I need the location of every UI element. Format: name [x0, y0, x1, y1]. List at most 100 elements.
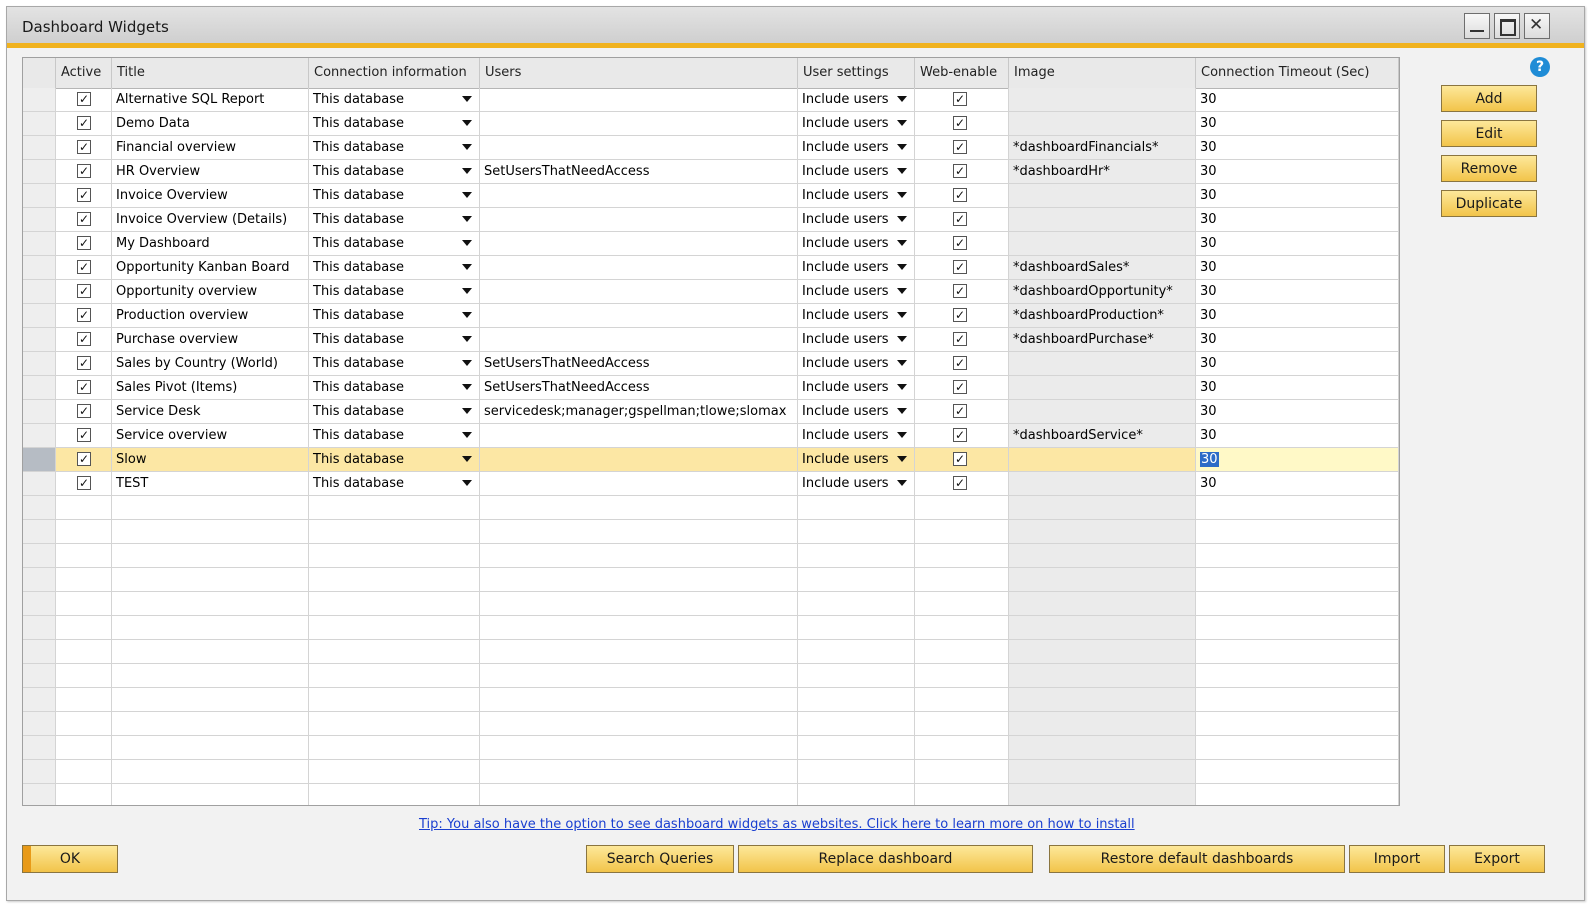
connection-cell[interactable]: This database: [309, 88, 480, 112]
dropdown-arrow-icon[interactable]: [462, 360, 472, 366]
web-enable-cell[interactable]: ✓: [915, 328, 1009, 352]
title-cell[interactable]: Slow: [112, 448, 309, 472]
users-cell[interactable]: [480, 784, 798, 805]
user-settings-cell[interactable]: [798, 496, 915, 520]
active-cell[interactable]: ✓: [56, 424, 112, 448]
web-enable-cell[interactable]: [915, 568, 1009, 592]
title-cell[interactable]: [112, 664, 309, 688]
users-cell[interactable]: SetUsersThatNeedAccess: [480, 376, 798, 400]
web-enable-checkbox[interactable]: ✓: [953, 92, 967, 106]
empty-table-row[interactable]: [23, 544, 1399, 568]
web-enable-checkbox[interactable]: ✓: [953, 428, 967, 442]
timeout-cell[interactable]: [1196, 712, 1399, 736]
empty-table-row[interactable]: [23, 712, 1399, 736]
web-enable-checkbox[interactable]: ✓: [953, 260, 967, 274]
dropdown-arrow-icon[interactable]: [462, 168, 472, 174]
active-checkbox[interactable]: ✓: [77, 356, 91, 370]
table-row[interactable]: ✓ Invoice Overview This database Include us…: [23, 184, 1399, 208]
user-settings-cell[interactable]: Include users: [798, 328, 915, 352]
dropdown-arrow-icon[interactable]: [897, 240, 907, 246]
title-cell[interactable]: Opportunity overview: [112, 280, 309, 304]
user-settings-cell[interactable]: [798, 592, 915, 616]
image-cell[interactable]: [1009, 640, 1196, 664]
web-enable-cell[interactable]: [915, 688, 1009, 712]
row-selector[interactable]: [23, 496, 56, 520]
timeout-value[interactable]: 30: [1200, 236, 1217, 251]
row-selector[interactable]: [23, 208, 56, 232]
image-cell[interactable]: [1009, 760, 1196, 784]
row-selector[interactable]: [23, 592, 56, 616]
connection-cell[interactable]: [309, 640, 480, 664]
users-cell[interactable]: [480, 760, 798, 784]
active-checkbox[interactable]: ✓: [77, 452, 91, 466]
dropdown-arrow-icon[interactable]: [462, 264, 472, 270]
users-cell[interactable]: [480, 184, 798, 208]
row-selector[interactable]: [23, 232, 56, 256]
minimize-button[interactable]: [1464, 13, 1490, 39]
active-cell[interactable]: [56, 640, 112, 664]
dropdown-arrow-icon[interactable]: [462, 216, 472, 222]
web-enable-cell[interactable]: [915, 640, 1009, 664]
image-cell[interactable]: [1009, 208, 1196, 232]
title-cell[interactable]: [112, 640, 309, 664]
table-row[interactable]: ✓ Opportunity overview This database Includ…: [23, 280, 1399, 304]
title-cell[interactable]: [112, 760, 309, 784]
help-icon[interactable]: ?: [1530, 57, 1550, 77]
timeout-cell[interactable]: 30: [1196, 160, 1399, 184]
image-cell[interactable]: *dashboardSales*: [1009, 256, 1196, 280]
image-cell[interactable]: [1009, 784, 1196, 805]
title-cell[interactable]: Invoice Overview: [112, 184, 309, 208]
users-cell[interactable]: [480, 424, 798, 448]
table-row[interactable]: ✓ Financial overview This database Include …: [23, 136, 1399, 160]
timeout-value[interactable]: 30: [1200, 116, 1217, 131]
row-selector[interactable]: [23, 376, 56, 400]
web-enable-cell[interactable]: ✓: [915, 184, 1009, 208]
web-enable-cell[interactable]: [915, 712, 1009, 736]
image-cell[interactable]: [1009, 184, 1196, 208]
image-cell[interactable]: [1009, 544, 1196, 568]
users-cell[interactable]: [480, 736, 798, 760]
row-selector[interactable]: [23, 712, 56, 736]
timeout-cell[interactable]: [1196, 544, 1399, 568]
image-cell[interactable]: *dashboardHr*: [1009, 160, 1196, 184]
table-row[interactable]: ✓ Invoice Overview (Details) This database…: [23, 208, 1399, 232]
row-selector[interactable]: [23, 352, 56, 376]
timeout-cell[interactable]: 30: [1196, 232, 1399, 256]
row-selector[interactable]: [23, 736, 56, 760]
empty-table-row[interactable]: [23, 736, 1399, 760]
row-selector[interactable]: [23, 784, 56, 805]
image-cell[interactable]: [1009, 568, 1196, 592]
row-selector[interactable]: [23, 688, 56, 712]
user-settings-cell[interactable]: [798, 520, 915, 544]
title-cell[interactable]: [112, 616, 309, 640]
web-enable-cell[interactable]: ✓: [915, 472, 1009, 496]
image-cell[interactable]: [1009, 448, 1196, 472]
row-selector[interactable]: [23, 640, 56, 664]
web-enable-cell[interactable]: ✓: [915, 400, 1009, 424]
web-enable-cell[interactable]: ✓: [915, 88, 1009, 112]
active-cell[interactable]: [56, 616, 112, 640]
users-cell[interactable]: [480, 616, 798, 640]
active-checkbox[interactable]: ✓: [77, 308, 91, 322]
row-selector[interactable]: [23, 568, 56, 592]
user-settings-cell[interactable]: Include users: [798, 376, 915, 400]
web-enable-checkbox[interactable]: ✓: [953, 188, 967, 202]
connection-timeout-header[interactable]: Connection Timeout (Sec): [1196, 58, 1399, 88]
users-cell[interactable]: [480, 520, 798, 544]
active-cell[interactable]: [56, 664, 112, 688]
active-checkbox[interactable]: ✓: [77, 140, 91, 154]
image-cell[interactable]: [1009, 232, 1196, 256]
web-enable-checkbox[interactable]: ✓: [953, 476, 967, 490]
user-settings-cell[interactable]: [798, 616, 915, 640]
dropdown-arrow-icon[interactable]: [897, 408, 907, 414]
web-enable-checkbox[interactable]: ✓: [953, 404, 967, 418]
active-cell[interactable]: ✓: [56, 112, 112, 136]
active-checkbox[interactable]: ✓: [77, 332, 91, 346]
connection-cell[interactable]: This database: [309, 352, 480, 376]
title-cell[interactable]: TEST: [112, 472, 309, 496]
title-cell[interactable]: [112, 736, 309, 760]
web-enable-checkbox[interactable]: ✓: [953, 116, 967, 130]
connection-cell[interactable]: [309, 544, 480, 568]
image-cell[interactable]: [1009, 496, 1196, 520]
users-cell[interactable]: [480, 664, 798, 688]
